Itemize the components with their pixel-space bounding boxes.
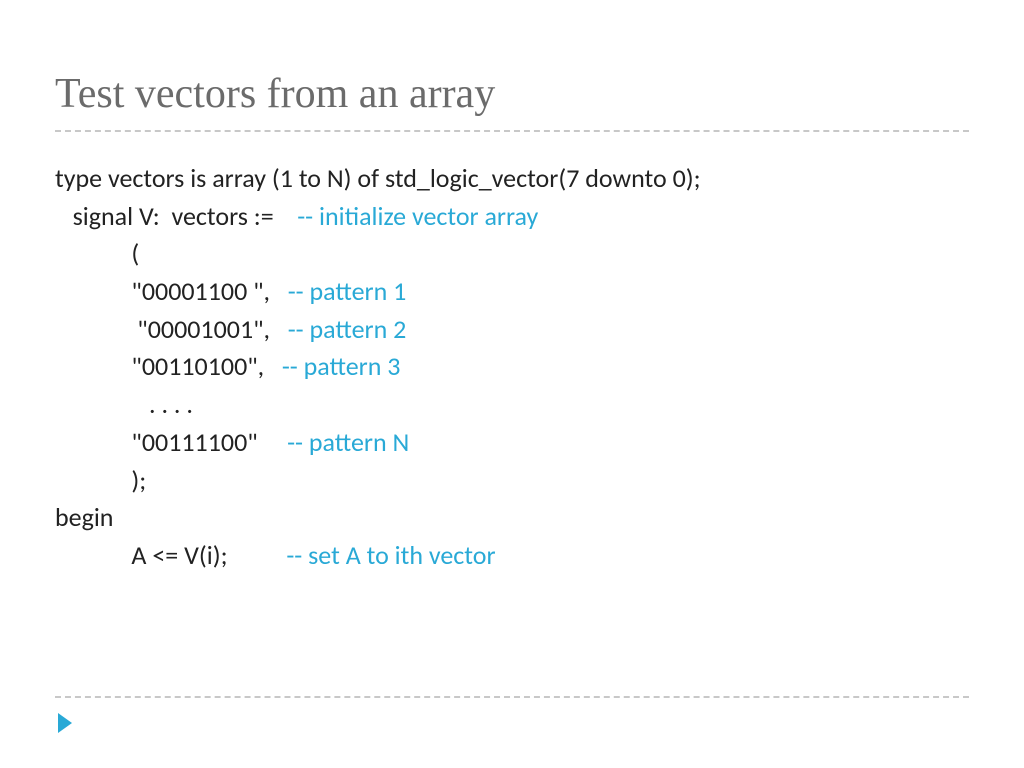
code-text: (: [55, 237, 139, 269]
code-comment: -- pattern 3: [282, 350, 401, 382]
code-line: begin: [55, 499, 969, 537]
title-divider: [55, 130, 969, 132]
code-line: . . . .: [55, 386, 969, 424]
code-line: "00001001", -- pattern 2: [55, 311, 969, 349]
code-text: "00001100 ",: [55, 275, 288, 307]
code-line: );: [55, 462, 969, 500]
play-triangle-icon: [58, 713, 72, 733]
slide-title: Test vectors from an array: [55, 70, 969, 118]
code-line: type vectors is array (1 to N) of std_lo…: [55, 160, 969, 198]
code-comment: -- pattern 1: [288, 275, 407, 307]
code-text: "00110100",: [55, 350, 282, 382]
code-comment: -- initialize vector array: [297, 200, 538, 232]
code-comment: -- set A to ith vector: [286, 539, 495, 571]
slide: Test vectors from an array type vectors …: [0, 0, 1024, 768]
code-line: "00001100 ", -- pattern 1: [55, 273, 969, 311]
code-block: type vectors is array (1 to N) of std_lo…: [55, 160, 969, 575]
code-text: );: [55, 464, 146, 496]
code-text: . . . .: [55, 388, 193, 420]
code-text: "00111100": [55, 426, 287, 458]
code-text: begin: [55, 501, 113, 533]
code-text: type vectors is array (1 to N) of std_lo…: [55, 162, 701, 194]
code-comment: -- pattern 2: [288, 313, 407, 345]
code-text: "00001001",: [55, 313, 288, 345]
code-text: signal V: vectors :=: [55, 200, 297, 232]
footer-divider: [55, 696, 969, 698]
code-line: (: [55, 235, 969, 273]
code-line: A <= V(i); -- set A to ith vector: [55, 537, 969, 575]
code-line: "00111100" -- pattern N: [55, 424, 969, 462]
code-comment: -- pattern N: [287, 426, 409, 458]
code-line: "00110100", -- pattern 3: [55, 348, 969, 386]
code-text: A <= V(i);: [55, 539, 286, 571]
code-line: signal V: vectors := -- initialize vecto…: [55, 198, 969, 236]
